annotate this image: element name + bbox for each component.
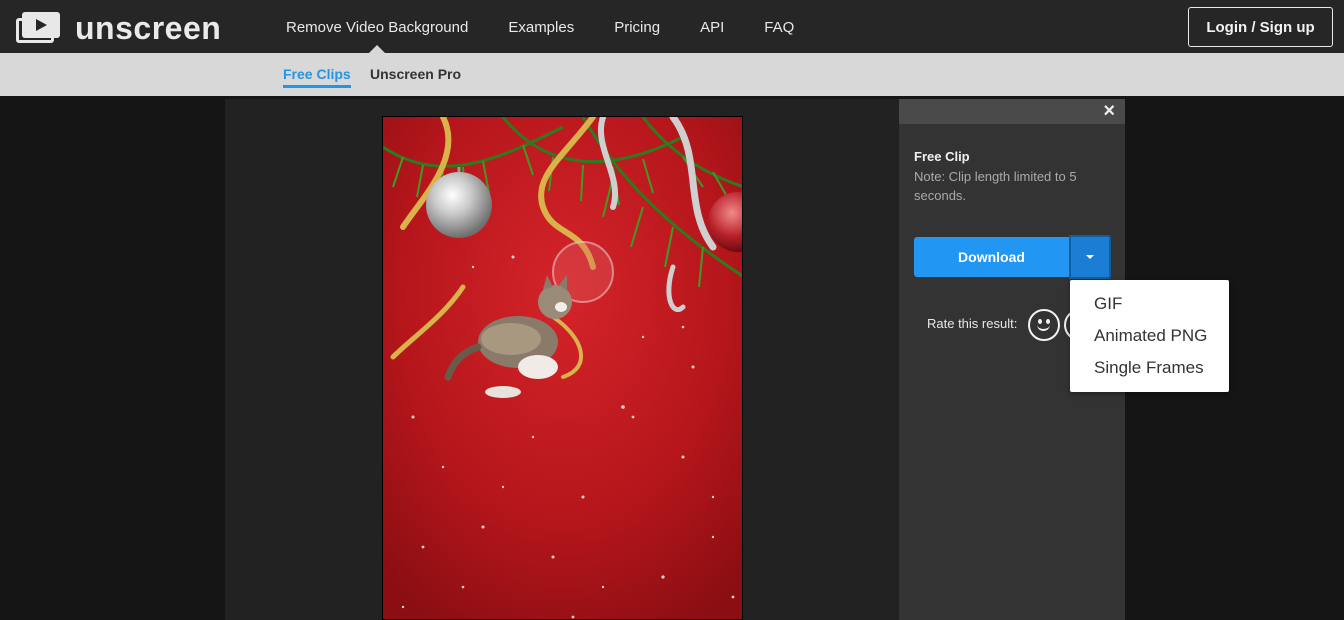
main-nav: Remove Video Background Examples Pricing… [286, 0, 834, 53]
result-video-preview[interactable] [382, 116, 743, 620]
clip-length-note: Note: Clip length limited to 5 seconds. [914, 169, 1077, 203]
close-icon[interactable]: × [1103, 100, 1115, 122]
menu-item-gif[interactable]: GIF [1070, 288, 1229, 320]
nav-item-api[interactable]: API [700, 0, 724, 53]
nav-item-faq[interactable]: FAQ [764, 0, 794, 53]
nav-item-examples[interactable]: Examples [508, 0, 574, 53]
christmas-kitten-video-frame [383, 117, 742, 619]
download-format-menu: GIF Animated PNG Single Frames [1070, 280, 1229, 392]
download-button[interactable]: Download [914, 237, 1069, 277]
brand-name: unscreen [75, 10, 222, 46]
sub-navigation-bar: Free Clips Unscreen Pro [0, 53, 1344, 96]
menu-item-animated-png[interactable]: Animated PNG [1070, 320, 1229, 352]
top-navigation-bar: unscreen Remove Video Background Example… [0, 0, 1344, 53]
download-format-dropdown-toggle[interactable] [1069, 235, 1111, 279]
caret-down-icon [1086, 255, 1094, 259]
menu-item-single-frames[interactable]: Single Frames [1070, 352, 1229, 384]
login-signup-button[interactable]: Login / Sign up [1188, 7, 1333, 47]
nav-item-pricing[interactable]: Pricing [614, 0, 660, 53]
clip-title: Free Clip [914, 149, 970, 164]
tab-free-clips[interactable]: Free Clips [283, 66, 351, 88]
rate-result-label: Rate this result: [927, 316, 1018, 331]
brand-logo[interactable]: unscreen [16, 12, 221, 44]
nav-item-remove-video-background[interactable]: Remove Video Background [286, 0, 468, 53]
tab-unscreen-pro[interactable]: Unscreen Pro [370, 66, 461, 85]
panel-header: × [899, 99, 1125, 124]
video-logo-icon [16, 12, 62, 44]
happy-face-icon[interactable] [1028, 309, 1060, 341]
